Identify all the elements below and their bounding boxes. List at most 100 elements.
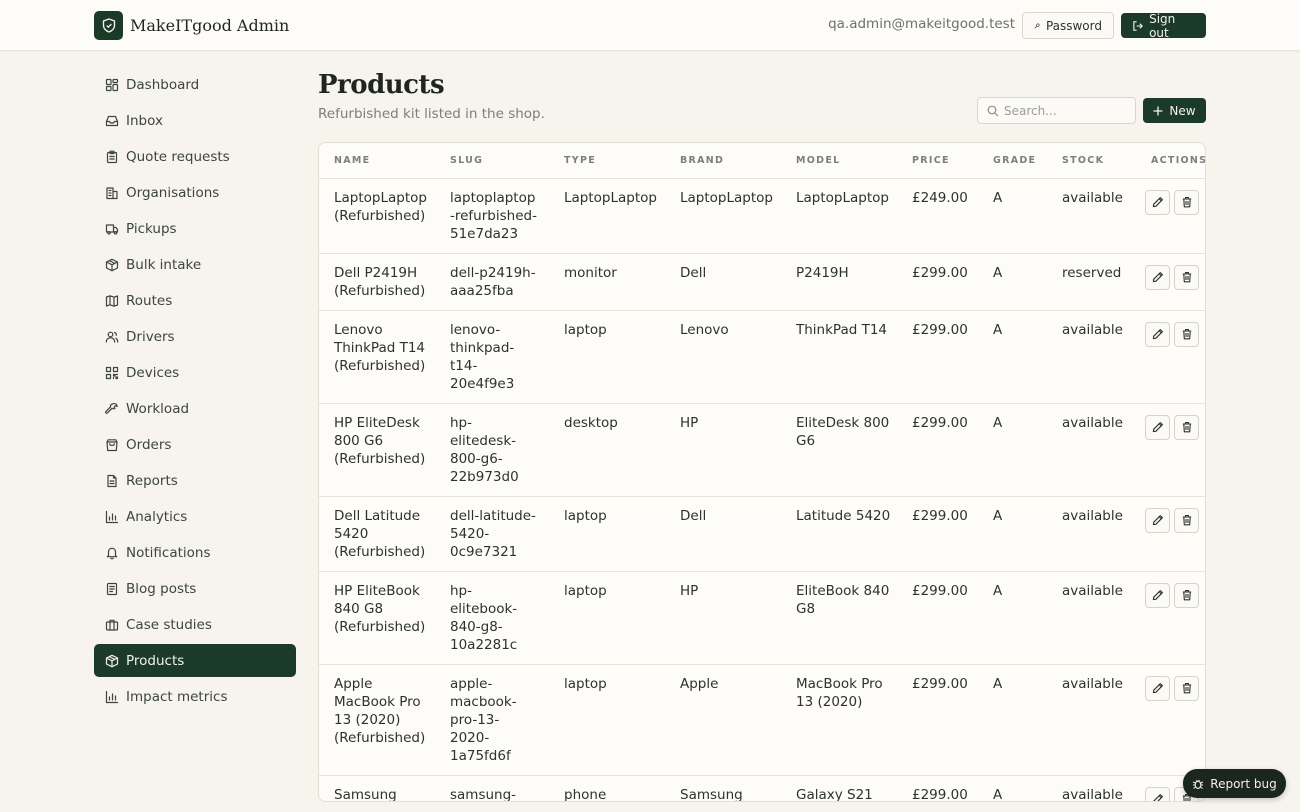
cell-name: Samsung Galaxy S21 (Refurbished) bbox=[319, 775, 435, 801]
sidebar-item-inbox[interactable]: Inbox bbox=[94, 104, 296, 137]
sidebar-item-label: Pickups bbox=[126, 220, 177, 237]
delete-button[interactable] bbox=[1174, 675, 1199, 701]
column-header-stock: STOCK bbox=[1047, 143, 1136, 179]
table-row[interactable]: LaptopLaptop (Refurbished) laptoplaptop-r… bbox=[319, 178, 1205, 254]
sidebar-item-analytics[interactable]: Analytics bbox=[94, 500, 296, 533]
cell-brand: HP bbox=[665, 403, 781, 497]
cell-grade: A bbox=[978, 775, 1047, 801]
sidebar-item-label: Impact metrics bbox=[126, 688, 228, 705]
delete-button[interactable] bbox=[1174, 414, 1199, 440]
cell-stock: available bbox=[1047, 775, 1136, 801]
password-button[interactable]: Password bbox=[1022, 12, 1114, 39]
delete-button[interactable] bbox=[1174, 582, 1199, 608]
sidebar-item-label: Routes bbox=[126, 292, 173, 309]
trash-icon bbox=[1182, 272, 1191, 283]
column-header-model: MODEL bbox=[781, 143, 897, 179]
edit-button[interactable] bbox=[1145, 582, 1170, 608]
cell-price: £249.00 bbox=[897, 178, 978, 254]
clipboard-icon bbox=[105, 150, 119, 164]
cell-grade: A bbox=[978, 571, 1047, 665]
cell-name: Lenovo ThinkPad T14 (Refurbished) bbox=[319, 310, 435, 404]
delete-button[interactable] bbox=[1174, 507, 1199, 533]
cell-price: £299.00 bbox=[897, 253, 978, 311]
sidebar-item-label: Products bbox=[126, 652, 185, 669]
cell-slug: laptoplaptop-refurbished-51e7da23 bbox=[435, 178, 549, 254]
table-row[interactable]: Dell Latitude 5420 (Refurbished) dell-lat… bbox=[319, 496, 1205, 572]
package-icon bbox=[105, 258, 119, 272]
search-box[interactable] bbox=[977, 97, 1136, 124]
delete-button[interactable] bbox=[1174, 321, 1199, 347]
cell-stock: available bbox=[1047, 403, 1136, 497]
edit-button[interactable] bbox=[1145, 414, 1170, 440]
users-icon bbox=[105, 330, 119, 344]
edit-button[interactable] bbox=[1145, 507, 1170, 533]
sidebar-item-notifications[interactable]: Notifications bbox=[94, 536, 296, 569]
sidebar-item-dashboard[interactable]: Dashboard bbox=[94, 68, 296, 101]
sign-out-button[interactable]: Sign out bbox=[1121, 12, 1206, 40]
table-row[interactable]: Apple MacBook Pro 13 (2020) (Refurbished… bbox=[319, 664, 1205, 776]
sidebar-item-workload[interactable]: Workload bbox=[94, 392, 296, 425]
sidebar-item-pickups[interactable]: Pickups bbox=[94, 212, 296, 245]
cell-name: HP EliteDesk 800 G6 (Refurbished) bbox=[319, 403, 435, 497]
sidebar-item-label: Bulk intake bbox=[126, 256, 202, 273]
search-input[interactable] bbox=[1004, 103, 1124, 118]
cell-price: £299.00 bbox=[897, 571, 978, 665]
cell-brand: Apple bbox=[665, 664, 781, 776]
sidebar-item-blog-posts[interactable]: Blog posts bbox=[94, 572, 296, 605]
edit-button[interactable] bbox=[1145, 786, 1170, 801]
building-icon bbox=[105, 186, 119, 200]
new-product-button[interactable]: New bbox=[1143, 98, 1206, 123]
pencil-icon bbox=[1152, 197, 1163, 208]
products-table: NAME SLUG TYPE BRAND MODEL PRICE GRADE STOCK ACT… bbox=[319, 143, 1205, 801]
cell-model: Latitude 5420 bbox=[781, 496, 897, 572]
sidebar-item-label: Quote requests bbox=[126, 148, 230, 165]
table-row[interactable]: HP EliteDesk 800 G6 (Refurbished) hp-elit… bbox=[319, 403, 1205, 497]
edit-button[interactable] bbox=[1145, 321, 1170, 347]
sidebar-item-quote-requests[interactable]: Quote requests bbox=[94, 140, 296, 173]
brand[interactable]: MakeITgood Admin bbox=[94, 11, 289, 40]
user-email: qa.admin@makeitgood.test bbox=[828, 16, 1015, 32]
file-icon bbox=[105, 474, 119, 488]
cell-name: LaptopLaptop (Refurbished) bbox=[319, 178, 435, 254]
briefcase-icon bbox=[105, 618, 119, 632]
edit-button[interactable] bbox=[1145, 675, 1170, 701]
dashboard-icon bbox=[105, 78, 119, 92]
cell-price: £299.00 bbox=[897, 664, 978, 776]
search-icon bbox=[987, 105, 999, 116]
key-icon bbox=[1034, 23, 1040, 28]
sidebar-item-orders[interactable]: Orders bbox=[94, 428, 296, 461]
sidebar-item-devices[interactable]: Devices bbox=[94, 356, 296, 389]
sidebar-item-reports[interactable]: Reports bbox=[94, 464, 296, 497]
sidebar-item-label: Orders bbox=[126, 436, 172, 453]
cell-model: LaptopLaptop bbox=[781, 178, 897, 254]
sidebar-item-drivers[interactable]: Drivers bbox=[94, 320, 296, 353]
cell-price: £299.00 bbox=[897, 775, 978, 801]
cell-price: £299.00 bbox=[897, 496, 978, 572]
table-row[interactable]: Samsung Galaxy S21 (Refurbished)samsung-… bbox=[319, 775, 1205, 801]
cell-grade: A bbox=[978, 664, 1047, 776]
cell-stock: available bbox=[1047, 664, 1136, 776]
delete-button[interactable] bbox=[1174, 189, 1199, 215]
trash-icon bbox=[1182, 197, 1191, 208]
sidebar-item-bulk-intake[interactable]: Bulk intake bbox=[94, 248, 296, 281]
sidebar-item-products[interactable]: Products bbox=[94, 644, 296, 677]
sidebar-item-label: Organisations bbox=[126, 184, 220, 201]
report-bug-button[interactable]: Report bug bbox=[1183, 769, 1286, 798]
sidebar-item-impact-metrics[interactable]: Impact metrics bbox=[94, 680, 296, 713]
cell-brand: LaptopLaptop bbox=[665, 178, 781, 254]
table-row[interactable]: HP EliteBook 840 G8 (Refurbished) hp-elit… bbox=[319, 571, 1205, 665]
table-row[interactable]: Dell P2419H (Refurbished) dell-p2419h-aaa… bbox=[319, 253, 1205, 311]
sidebar-item-case-studies[interactable]: Case studies bbox=[94, 608, 296, 641]
pencil-icon bbox=[1152, 329, 1163, 340]
sidebar-item-label: Reports bbox=[126, 472, 178, 489]
sidebar-item-routes[interactable]: Routes bbox=[94, 284, 296, 317]
cell-model: P2419H bbox=[781, 253, 897, 311]
delete-button[interactable] bbox=[1174, 264, 1199, 290]
cell-stock: available bbox=[1047, 310, 1136, 404]
cell-grade: A bbox=[978, 496, 1047, 572]
table-row[interactable]: Lenovo ThinkPad T14 (Refurbished) lenovo-… bbox=[319, 310, 1205, 404]
edit-button[interactable] bbox=[1145, 189, 1170, 215]
cell-model: EliteDesk 800 G6 bbox=[781, 403, 897, 497]
sidebar-item-organisations[interactable]: Organisations bbox=[94, 176, 296, 209]
edit-button[interactable] bbox=[1145, 264, 1170, 290]
